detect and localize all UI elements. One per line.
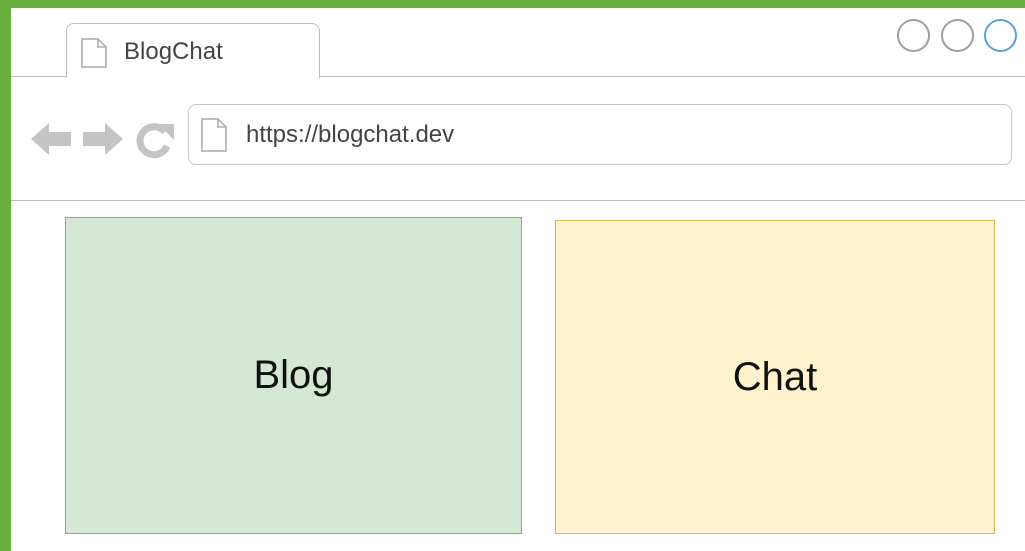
chat-label: Chat (732, 354, 818, 399)
document-icon (81, 38, 107, 73)
tab-blogchat[interactable]: BlogChat (66, 23, 320, 78)
url-text[interactable]: https://blogchat.dev (246, 121, 454, 149)
window-minimize-button[interactable] (897, 19, 930, 52)
back-arrow-icon[interactable] (31, 121, 73, 162)
tab-bar: BlogChat (11, 8, 1025, 78)
window-close-button[interactable] (984, 19, 1017, 52)
forward-arrow-icon[interactable] (81, 121, 123, 162)
browser-window: Blog Chat https://blogchat.dev Blog Chat (11, 8, 1025, 551)
blog-label: Blog (253, 353, 334, 397)
browser-toolbar: https://blogchat.dev (11, 77, 1025, 201)
address-bar[interactable]: https://blogchat.dev (188, 104, 1012, 165)
chat-panel: Chat (555, 220, 995, 534)
document-icon (201, 118, 227, 157)
window-maximize-button[interactable] (941, 19, 974, 52)
tab-title: BlogChat (124, 38, 223, 65)
blog-panel: Blog (65, 217, 522, 534)
reload-icon[interactable] (134, 121, 176, 164)
